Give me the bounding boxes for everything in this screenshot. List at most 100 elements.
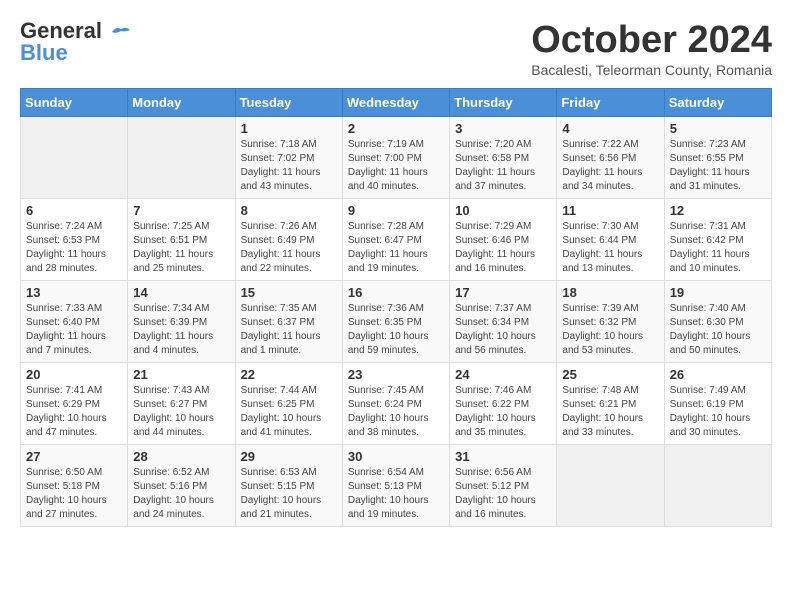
day-info: Sunrise: 7:49 AM Sunset: 6:19 PM Dayligh… <box>670 384 766 440</box>
day-info: Sunrise: 6:52 AM Sunset: 5:16 PM Dayligh… <box>133 466 229 522</box>
day-number: 15 <box>241 285 337 300</box>
calendar-cell: 27 Sunrise: 6:50 AM Sunset: 5:18 PM Dayli… <box>21 444 128 526</box>
logo-bird-icon <box>110 24 132 40</box>
day-number: 7 <box>133 203 229 218</box>
day-info: Sunrise: 7:36 AM Sunset: 6:35 PM Dayligh… <box>348 302 444 358</box>
day-info: Sunrise: 6:50 AM Sunset: 5:18 PM Dayligh… <box>26 466 122 522</box>
calendar-cell: 14Sunrise: 7:34 AM Sunset: 6:39 PM Dayli… <box>128 280 235 362</box>
calendar-cell: 23 Sunrise: 7:45 AM Sunset: 6:24 PM Dayli… <box>342 362 449 444</box>
calendar-cell: 1Sunrise: 7:18 AM Sunset: 7:02 PM Daylig… <box>235 116 342 198</box>
day-of-week-header: Thursday <box>450 88 557 116</box>
day-info: Sunrise: 7:20 AM Sunset: 6:58 PM Dayligh… <box>455 138 551 194</box>
calendar-cell: 11 Sunrise: 7:30 AM Sunset: 6:44 PM Dayli… <box>557 198 664 280</box>
day-info: Sunrise: 6:53 AM Sunset: 5:15 PM Dayligh… <box>241 466 337 522</box>
day-info: Sunrise: 7:43 AM Sunset: 6:27 PM Dayligh… <box>133 384 229 440</box>
day-info: Sunrise: 7:24 AM Sunset: 6:53 PM Dayligh… <box>26 220 122 276</box>
calendar-cell: 13 Sunrise: 7:33 AM Sunset: 6:40 PM Dayli… <box>21 280 128 362</box>
logo: General Blue <box>20 20 132 64</box>
calendar-cell: 2 Sunrise: 7:19 AM Sunset: 7:00 PM Daylig… <box>342 116 449 198</box>
day-info: Sunrise: 6:54 AM Sunset: 5:13 PM Dayligh… <box>348 466 444 522</box>
day-number: 13 <box>26 285 122 300</box>
calendar-week-row: 1Sunrise: 7:18 AM Sunset: 7:02 PM Daylig… <box>21 116 772 198</box>
day-number: 3 <box>455 121 551 136</box>
day-info: Sunrise: 7:19 AM Sunset: 7:00 PM Dayligh… <box>348 138 444 194</box>
calendar-cell: 26 Sunrise: 7:49 AM Sunset: 6:19 PM Dayli… <box>664 362 771 444</box>
calendar-table: SundayMondayTuesdayWednesdayThursdayFrid… <box>20 88 772 527</box>
day-number: 28 <box>133 449 229 464</box>
day-number: 17 <box>455 285 551 300</box>
day-number: 2 <box>348 121 444 136</box>
day-info: Sunrise: 6:56 AM Sunset: 5:12 PM Dayligh… <box>455 466 551 522</box>
calendar-cell: 18 Sunrise: 7:39 AM Sunset: 6:32 PM Dayli… <box>557 280 664 362</box>
day-info: Sunrise: 7:29 AM Sunset: 6:46 PM Dayligh… <box>455 220 551 276</box>
calendar-cell <box>557 444 664 526</box>
day-number: 26 <box>670 367 766 382</box>
day-info: Sunrise: 7:35 AM Sunset: 6:37 PM Dayligh… <box>241 302 337 358</box>
day-number: 8 <box>241 203 337 218</box>
day-number: 31 <box>455 449 551 464</box>
day-info: Sunrise: 7:28 AM Sunset: 6:47 PM Dayligh… <box>348 220 444 276</box>
calendar-cell: 4 Sunrise: 7:22 AM Sunset: 6:56 PM Daylig… <box>557 116 664 198</box>
calendar-cell: 24Sunrise: 7:46 AM Sunset: 6:22 PM Dayli… <box>450 362 557 444</box>
day-info: Sunrise: 7:45 AM Sunset: 6:24 PM Dayligh… <box>348 384 444 440</box>
day-number: 4 <box>562 121 658 136</box>
day-number: 5 <box>670 121 766 136</box>
calendar-cell: 6Sunrise: 7:24 AM Sunset: 6:53 PM Daylig… <box>21 198 128 280</box>
day-info: Sunrise: 7:39 AM Sunset: 6:32 PM Dayligh… <box>562 302 658 358</box>
day-info: Sunrise: 7:25 AM Sunset: 6:51 PM Dayligh… <box>133 220 229 276</box>
day-info: Sunrise: 7:37 AM Sunset: 6:34 PM Dayligh… <box>455 302 551 358</box>
calendar-cell: 22Sunrise: 7:44 AM Sunset: 6:25 PM Dayli… <box>235 362 342 444</box>
calendar-cell: 12Sunrise: 7:31 AM Sunset: 6:42 PM Dayli… <box>664 198 771 280</box>
day-number: 16 <box>348 285 444 300</box>
calendar-cell: 25 Sunrise: 7:48 AM Sunset: 6:21 PM Dayli… <box>557 362 664 444</box>
day-number: 20 <box>26 367 122 382</box>
calendar-cell: 31 Sunrise: 6:56 AM Sunset: 5:12 PM Dayli… <box>450 444 557 526</box>
calendar-cell: 7 Sunrise: 7:25 AM Sunset: 6:51 PM Daylig… <box>128 198 235 280</box>
calendar-cell: 28 Sunrise: 6:52 AM Sunset: 5:16 PM Dayli… <box>128 444 235 526</box>
day-number: 18 <box>562 285 658 300</box>
day-number: 19 <box>670 285 766 300</box>
day-number: 9 <box>348 203 444 218</box>
day-number: 25 <box>562 367 658 382</box>
location-subtitle: Bacalesti, Teleorman County, Romania <box>531 62 772 78</box>
calendar-cell: 17 Sunrise: 7:37 AM Sunset: 6:34 PM Dayli… <box>450 280 557 362</box>
calendar-cell: 10Sunrise: 7:29 AM Sunset: 6:46 PM Dayli… <box>450 198 557 280</box>
day-info: Sunrise: 7:22 AM Sunset: 6:56 PM Dayligh… <box>562 138 658 194</box>
calendar-week-row: 27 Sunrise: 6:50 AM Sunset: 5:18 PM Dayli… <box>21 444 772 526</box>
calendar-cell: 21 Sunrise: 7:43 AM Sunset: 6:27 PM Dayli… <box>128 362 235 444</box>
day-info: Sunrise: 7:44 AM Sunset: 6:25 PM Dayligh… <box>241 384 337 440</box>
calendar-cell <box>21 116 128 198</box>
calendar-cell: 30 Sunrise: 6:54 AM Sunset: 5:13 PM Dayli… <box>342 444 449 526</box>
calendar-cell: 9 Sunrise: 7:28 AM Sunset: 6:47 PM Daylig… <box>342 198 449 280</box>
day-info: Sunrise: 7:48 AM Sunset: 6:21 PM Dayligh… <box>562 384 658 440</box>
day-number: 23 <box>348 367 444 382</box>
day-info: Sunrise: 7:33 AM Sunset: 6:40 PM Dayligh… <box>26 302 122 358</box>
day-number: 27 <box>26 449 122 464</box>
day-number: 21 <box>133 367 229 382</box>
calendar-cell: 20 Sunrise: 7:41 AM Sunset: 6:29 PM Dayli… <box>21 362 128 444</box>
calendar-cell <box>664 444 771 526</box>
day-number: 12 <box>670 203 766 218</box>
calendar-cell: 5Sunrise: 7:23 AM Sunset: 6:55 PM Daylig… <box>664 116 771 198</box>
day-number: 11 <box>562 203 658 218</box>
calendar-header-row: SundayMondayTuesdayWednesdayThursdayFrid… <box>21 88 772 116</box>
day-of-week-header: Wednesday <box>342 88 449 116</box>
day-of-week-header: Sunday <box>21 88 128 116</box>
day-info: Sunrise: 7:26 AM Sunset: 6:49 PM Dayligh… <box>241 220 337 276</box>
day-number: 29 <box>241 449 337 464</box>
calendar-week-row: 20 Sunrise: 7:41 AM Sunset: 6:29 PM Dayli… <box>21 362 772 444</box>
calendar-cell <box>128 116 235 198</box>
logo-blue: Blue <box>20 42 68 64</box>
page-header: General Blue October 2024 Bacalesti, Tel… <box>20 20 772 78</box>
day-info: Sunrise: 7:34 AM Sunset: 6:39 PM Dayligh… <box>133 302 229 358</box>
calendar-week-row: 13 Sunrise: 7:33 AM Sunset: 6:40 PM Dayli… <box>21 280 772 362</box>
day-number: 30 <box>348 449 444 464</box>
day-info: Sunrise: 7:30 AM Sunset: 6:44 PM Dayligh… <box>562 220 658 276</box>
calendar-cell: 15 Sunrise: 7:35 AM Sunset: 6:37 PM Dayli… <box>235 280 342 362</box>
day-info: Sunrise: 7:18 AM Sunset: 7:02 PM Dayligh… <box>241 138 337 194</box>
day-info: Sunrise: 7:41 AM Sunset: 6:29 PM Dayligh… <box>26 384 122 440</box>
title-section: October 2024 Bacalesti, Teleorman County… <box>531 20 772 78</box>
day-info: Sunrise: 7:40 AM Sunset: 6:30 PM Dayligh… <box>670 302 766 358</box>
calendar-cell: 8 Sunrise: 7:26 AM Sunset: 6:49 PM Daylig… <box>235 198 342 280</box>
calendar-cell: 19 Sunrise: 7:40 AM Sunset: 6:30 PM Dayli… <box>664 280 771 362</box>
